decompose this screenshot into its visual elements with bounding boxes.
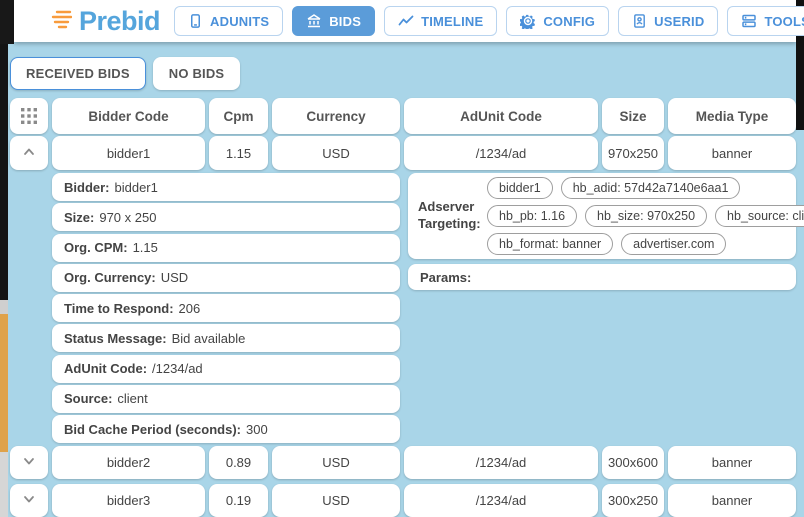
targeting-chip: advertiser.com bbox=[621, 233, 726, 255]
chevron-down-icon bbox=[21, 491, 37, 510]
page-edge-left-orange bbox=[0, 314, 8, 452]
detail-time-to-respond: Time to Respond:206 bbox=[52, 294, 400, 322]
received-bids-button[interactable]: RECEIVED BIDS bbox=[10, 57, 146, 90]
targeting-chip: hb_size: 970x250 bbox=[585, 205, 707, 227]
targeting-chip: hb_source: client bbox=[715, 205, 804, 227]
table-row: bidder2 0.89 USD /1234/ad 300x600 banner bbox=[10, 446, 796, 479]
targeting-chip: hb_format: banner bbox=[487, 233, 613, 255]
row-collapse-button[interactable] bbox=[10, 136, 48, 170]
tab-userid[interactable]: USERID bbox=[618, 6, 718, 36]
bids-bank-icon bbox=[306, 13, 322, 29]
bid-details-panel: Bidder:bidder1 Size:970 x 250 Org. CPM:1… bbox=[52, 173, 796, 443]
tab-label: TOOLS bbox=[764, 14, 804, 29]
prebid-logo-lines-icon bbox=[50, 9, 72, 34]
tab-adunits[interactable]: ADUNITS bbox=[174, 6, 283, 36]
column-header-adunit-code: AdUnit Code bbox=[404, 98, 598, 134]
tab-label: BIDS bbox=[329, 14, 361, 29]
tab-bids[interactable]: BIDS bbox=[292, 6, 375, 36]
tab-timeline[interactable]: TIMELINE bbox=[384, 6, 497, 36]
timeline-chart-icon bbox=[398, 13, 414, 29]
column-header-cpm: Cpm bbox=[209, 98, 268, 134]
cell-cpm: 0.89 bbox=[209, 446, 268, 479]
detail-bidder: Bidder:bidder1 bbox=[52, 173, 400, 201]
bids-filter-buttons: RECEIVED BIDS NO BIDS bbox=[10, 57, 796, 90]
cell-adunit-code: /1234/ad bbox=[404, 484, 598, 517]
tab-label: CONFIG bbox=[543, 14, 595, 29]
cell-size: 300x600 bbox=[602, 446, 664, 479]
cell-adunit-code: /1234/ad bbox=[404, 446, 598, 479]
detail-org-currency: Org. Currency:USD bbox=[52, 264, 400, 292]
detail-org-cpm: Org. CPM:1.15 bbox=[52, 234, 400, 262]
prebid-logo: Prebid bbox=[50, 6, 160, 37]
grid-icon bbox=[10, 98, 48, 134]
cell-media-type: banner bbox=[668, 484, 796, 517]
cell-size: 300x250 bbox=[602, 484, 664, 517]
detail-adunit-code: AdUnit Code:/1234/ad bbox=[52, 355, 400, 383]
adunits-phone-icon bbox=[188, 13, 203, 29]
cell-adunit-code: /1234/ad bbox=[404, 136, 598, 170]
params-box: Params: bbox=[408, 264, 796, 290]
adserver-targeting-label: Adserver Targeting: bbox=[418, 199, 482, 233]
page-edge-left-gray-bottom bbox=[0, 452, 8, 517]
targeting-chip: bidder1 bbox=[487, 177, 553, 199]
column-header-currency: Currency bbox=[272, 98, 400, 134]
cell-bidder-code: bidder1 bbox=[52, 136, 205, 170]
detail-source: Source:client bbox=[52, 385, 400, 413]
params-label: Params: bbox=[420, 270, 471, 285]
page-edge-top-left bbox=[0, 0, 14, 44]
tab-config[interactable]: CONFIG bbox=[506, 6, 609, 36]
logo-text: Prebid bbox=[79, 6, 160, 37]
config-gear-icon bbox=[520, 13, 536, 29]
cell-bidder-code: bidder3 bbox=[52, 484, 205, 517]
no-bids-button[interactable]: NO BIDS bbox=[153, 57, 241, 90]
userid-document-icon bbox=[632, 13, 647, 29]
detail-size: Size:970 x 250 bbox=[52, 203, 400, 231]
targeting-chip: hb_pb: 1.16 bbox=[487, 205, 577, 227]
row-expand-button[interactable] bbox=[10, 484, 48, 517]
cell-currency: USD bbox=[272, 446, 400, 479]
column-header-bidder-code: Bidder Code bbox=[52, 98, 205, 134]
column-header-size: Size bbox=[602, 98, 664, 134]
chevron-up-icon bbox=[21, 144, 37, 163]
targeting-chip: hb_adid: 57d42a7140e6aa1 bbox=[561, 177, 741, 199]
row-expand-button[interactable] bbox=[10, 446, 48, 479]
adserver-targeting-box: Adserver Targeting: bidder1 hb_adid: 57d… bbox=[408, 173, 796, 259]
page-edge-left-gray bbox=[0, 300, 8, 314]
bid-detail-right-column: Adserver Targeting: bidder1 hb_adid: 57d… bbox=[408, 173, 796, 443]
cell-currency: USD bbox=[272, 484, 400, 517]
detail-status-message: Status Message:Bid available bbox=[52, 324, 400, 352]
column-header-media-type: Media Type bbox=[668, 98, 796, 134]
cell-size: 970x250 bbox=[602, 136, 664, 170]
detail-bid-cache-period: Bid Cache Period (seconds):300 bbox=[52, 415, 400, 443]
tab-label: TIMELINE bbox=[421, 14, 483, 29]
cell-media-type: banner bbox=[668, 136, 796, 170]
table-header-row: Bidder Code Cpm Currency AdUnit Code Siz… bbox=[10, 98, 796, 134]
cell-media-type: banner bbox=[668, 446, 796, 479]
nav-tabs: ADUNITS BIDS TIMELINE bbox=[174, 6, 804, 36]
tools-stack-icon bbox=[741, 13, 757, 29]
table-row: bidder1 1.15 USD /1234/ad 970x250 banner bbox=[10, 136, 796, 170]
header-bar: Prebid ADUNITS bbox=[14, 0, 796, 42]
bid-detail-fields: Bidder:bidder1 Size:970 x 250 Org. CPM:1… bbox=[52, 173, 400, 443]
tab-label: ADUNITS bbox=[210, 14, 269, 29]
cell-currency: USD bbox=[272, 136, 400, 170]
page-edge-left-dark bbox=[0, 44, 8, 300]
cell-cpm: 0.19 bbox=[209, 484, 268, 517]
bids-panel: RECEIVED BIDS NO BIDS Bidder Code Cpm Cu… bbox=[10, 57, 796, 517]
table-row: bidder3 0.19 USD /1234/ad 300x250 banner bbox=[10, 484, 796, 517]
targeting-chips: bidder1 hb_adid: 57d42a7140e6aa1 hb_pb: … bbox=[487, 177, 804, 255]
cell-cpm: 1.15 bbox=[209, 136, 268, 170]
tab-tools[interactable]: TOOLS bbox=[727, 6, 804, 36]
cell-bidder-code: bidder2 bbox=[52, 446, 205, 479]
tab-label: USERID bbox=[654, 14, 704, 29]
chevron-down-icon bbox=[21, 453, 37, 472]
